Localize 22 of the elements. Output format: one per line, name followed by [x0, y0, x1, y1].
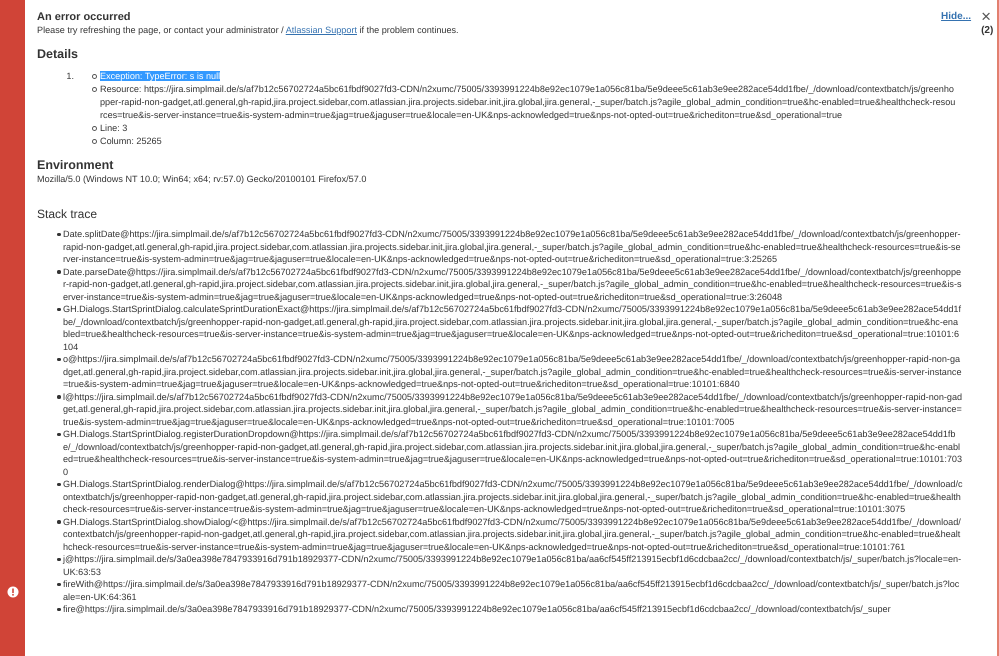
list-number: 1. — [65, 70, 75, 83]
hide-link[interactable]: Hide... — [941, 10, 972, 24]
section-heading: Details — [37, 46, 79, 62]
close-button[interactable]: × — [981, 10, 991, 24]
stack-frame: GH.Dialogs.StartSprintDialog.registerDurationDropdown@https://jira.simplmail.de/s/af7b12c56702724a5bc61fbdf9027fd3-CDN/n2xumc/75005/3393991224b8e92ec1079e1a056c81ba/5e9deee5c61ab3e9ee282ace54dd1fbe/_/download/contextbatch/js/greenhopper-rapid-non-gadget,atl.general,gh-rapid,jira.project.sidebar,com.atlassian.jira.projects.sidebar.init,jira.global,jira.general,-_super/batch.js?agile_global_admin_condition=true&hc-enabled=true&healthcheck-resources=true&is-server-instance=true&is-system-admin=true&jag=true&jaguser=true&locale=en-UK&nps-acknowledged=true&nps-not-opted-out=true&richediton=true&sd_operational=true:10101:7030 — [63, 428, 963, 478]
stack-frame: GH.Dialogs.StartSprintDialog.renderDialog@https://jira.simplmail.de/s/af7b12c56702724a5bc61fbdf9027fd3-CDN/n2xumc/75005/3393991224b8e92ec1079e1a056c81ba/5e9deee5c61ab3e9ee282ace54dd1fbe/_/download/contextbatch/js/greenhopper-rapid-non-gadget,atl.general,gh-rapid,jira.project.sidebar,com.atlassian.jira.projects.sidebar.init,jira.global,jira.general,-_super/batch.js?agile_global_admin_condition=true&hc-enabled=true&healthcheck-resources=true&is-server-instance=true&is-system-admin=true&jag=true&jaguser=true&locale=en-UK&nps-acknowledged=true&nps-not-opted-out=true&richediton=true&sd_operational=true:10101:3075 — [63, 478, 963, 516]
detail-text: Exception: TypeError: s is null — [100, 71, 220, 81]
error-message: Please try refreshing the page, or contact your administrator / Atlassian Support if the problem continues. — [37, 24, 460, 37]
stack-frame: fire@https://jira.simplmail.de/s/3a0ea398e7847933916d791b18929377-CDN/n2xumc/75005/3393991224b8e92ec1079e1a056c81ba/aa6cf545ff213915ecbf1d6cdcbaa2cc/_/download/contextbatch/js/_super — [63, 603, 891, 616]
error-icon — [6, 586, 18, 598]
stack-frame: l@https://jira.simplmail.de/s/af7b12c56702724a5bc61fbdf9027fd3-CDN/n2xumc/75005/3393991224b8e92ec1079e1a056c81ba/5e9deee5c61ab3e9ee282ace54dd1fbe/_/download/contextbatch/js/greenhopper-rapid-non-gadget,atl.general,gh-rapid,jira.project.sidebar,com.atlassian.jira.projects.sidebar.init,jira.global,jira.general,-_super/batch.js?agile_global_admin_condition=true&hc-enabled=true&healthcheck-resources=true&is-server-instance=true&is-system-admin=true&jag=true&jaguser=true&locale=en-UK&nps-acknowledged=true&nps-not-opted-out=true&richediton=true&sd_operational=true:10101:7005 — [63, 390, 963, 428]
support-link[interactable]: Atlassian Support — [286, 25, 357, 35]
stack-frame: Date.parseDate@https://jira.simplmail.de/s/af7b12c56702724a5bc61fbdf9027fd3-CDN/n2xumc/75005/3393991224b8e92ec1079e1a056c81ba/5e9deee5c61ab3e9ee282ace54dd1fbe/_/download/contextbatch/js/greenhopper-rapid-non-gadget,atl.general,gh-rapid,jira.project.sidebar,com.atlassian.jira.projects.sidebar.init,jira.global,jira.general,-_super/batch.js?agile_global_admin_condition=true&hc-enabled=true&healthcheck-resources=true&is-server-instance=true&is-system-admin=true&jag=true&jaguser=true&locale=en-UK&nps-acknowledged=true&nps-not-opted-out=true&richediton=true&sd_operational=true:3:26048 — [63, 266, 963, 303]
stack-frame: Date.splitDate@https://jira.simplmail.de/s/af7b12c56702724a5bc61fbdf9027fd3-CDN/n2xumc/75005/3393991224b8e92ec1079e1a056c81ba/5e9deee5c61ab3e9ee282ace54dd1fbe/_/download/contextbatch/js/greenhopper-rapid-non-gadget,atl.general,gh-rapid,jira.project.sidebar,com.atlassian.jira.projects.sidebar.init,jira.global,jira.general,-_super/batch.js?agile_global_admin_condition=true&hc-enabled=true&healthcheck-resources=true&is-server-instance=true&is-system-admin=true&jag=true&jaguser=true&locale=en-UK&nps-acknowledged=true&nps-not-opted-out=true&richediton=true&sd_operational=true:3:25265 — [63, 228, 963, 266]
detail-text: Column: 25265 — [100, 136, 162, 146]
detail-text: Line: 3 — [100, 123, 128, 133]
section-heading: Environment — [37, 157, 114, 173]
error-count: (2) — [981, 24, 990, 38]
environment-text: Mozilla/5.0 (Windows NT 10.0; Win64; x64; rv:57.0) Gecko/20100101 Firefox/57.0 — [37, 173, 368, 186]
detail-text: Resource: https://jira.simplmail.de/s/af7b12c56702724a5bc61fbdf9027fd3-CDN/n2xumc/75005/3393991224b8e92ec1079e1a056c81ba/5e9deee5c61ab3e9ee282ace54dd1fbe/_/download/contextbatch/js/greenhopper-rapid-non-gadget,atl.general,gh-rapid,jira.project.sidebar,com.atlassian.jira.projects.sidebar.init,jira.global,jira.general,-_super/batch.js?agile_global_admin_condition=true&hc-enabled=true&healthcheck-resources=true&is-server-instance=true&is-system-admin=true&jag=true&jaguser=true&locale=en-UK&nps-acknowledged=true&nps-not-opted-out=true&richediton=true&sd_operational=true — [100, 84, 956, 120]
error-title: An error occurred — [37, 10, 132, 24]
section-heading: Stack trace — [37, 206, 98, 222]
